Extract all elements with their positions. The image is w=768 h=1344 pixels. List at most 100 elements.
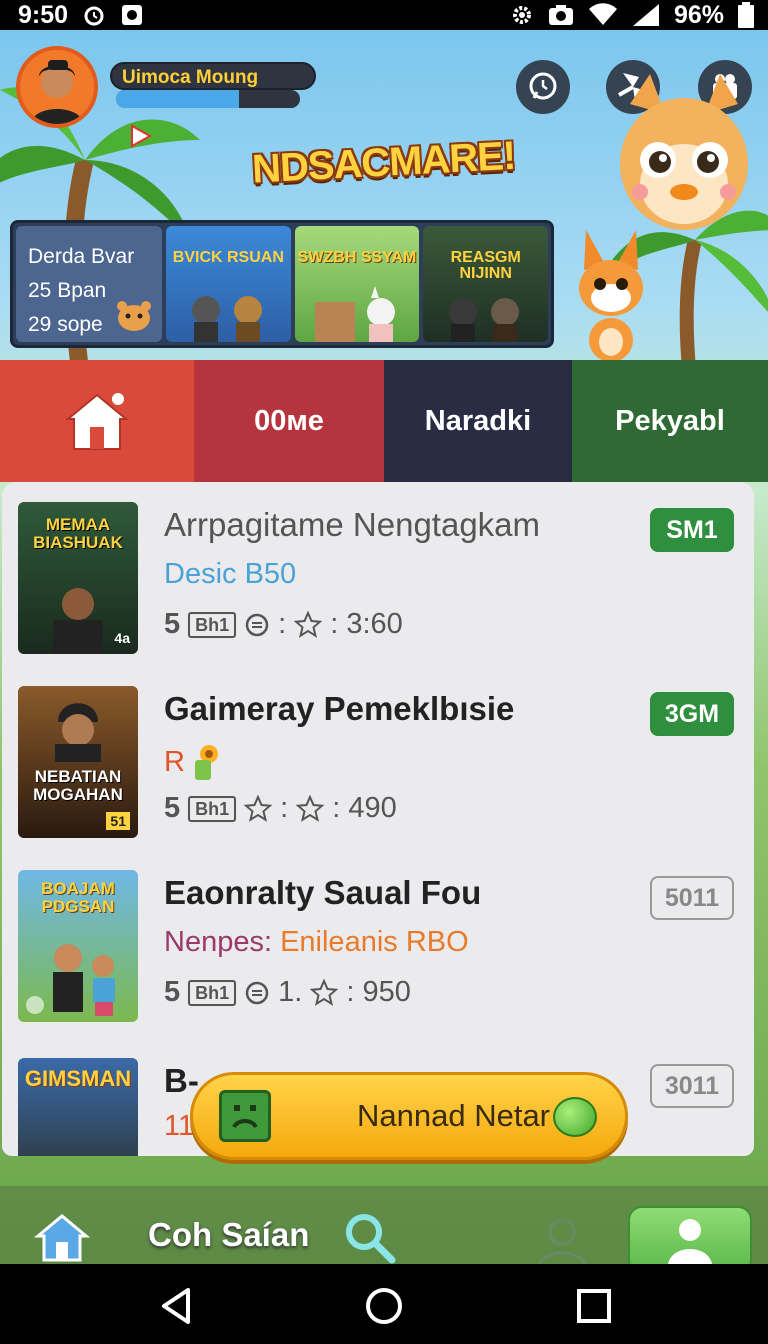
settings-gear-icon: [510, 3, 534, 27]
back-button[interactable]: [156, 1286, 196, 1326]
meta-rating-value: 3:60: [346, 608, 403, 640]
game-subtitle-text: R: [164, 745, 185, 778]
nav-profile-button[interactable]: [628, 1206, 752, 1264]
battery-icon: [738, 2, 754, 28]
xp-progress-bar: [116, 90, 300, 108]
featured-game-thumb[interactable]: SWZBH SSYAM: [294, 226, 420, 342]
thumbnail-title: BOAJAM PDGSAN: [41, 879, 115, 916]
tab-category[interactable]: Pekyabl: [572, 360, 768, 482]
game-title: Eaonralty Saual Fou: [164, 874, 482, 911]
list-item[interactable]: BOAJAM PDGSAN Eaonralty Saual Fou Nenpes…: [18, 870, 738, 1022]
home-nav-button[interactable]: [364, 1286, 404, 1326]
system-navigation-bar: [0, 1264, 768, 1344]
recents-button[interactable]: [574, 1286, 614, 1326]
game-title: Arrpagitame Nengtagkam: [164, 506, 541, 543]
thumbnail-corner-label: 4a: [114, 630, 130, 646]
game-list-panel: MEMAA BIASHUAK 4a Arrpagitame Nengtagkam…: [2, 482, 754, 1156]
players-icon: [245, 981, 269, 1004]
status-time: 9:50: [18, 0, 69, 29]
xp-progress-fill: [116, 90, 240, 108]
nav-search-button[interactable]: [342, 1210, 398, 1264]
meta-count: 5: [164, 976, 181, 1008]
game-title: NDSACMARE!: [251, 133, 517, 192]
back-icon: [162, 1288, 190, 1324]
featured-thumb-title: BVICK RSUAN: [172, 249, 284, 266]
game-thumbnail: BOAJAM PDGSAN: [18, 870, 138, 1022]
alarm-icon: [82, 3, 106, 27]
signal-icon: [632, 3, 660, 27]
game-size-badge: 5011: [650, 876, 734, 920]
search-icon: [346, 1214, 396, 1264]
characters-illustration: [314, 286, 395, 342]
game-title: Gaimeray Pemeklbısie: [164, 690, 515, 727]
meta-separator: 1.: [278, 976, 303, 1008]
game-meta: 5 Bh1 : : 3:60: [164, 608, 403, 641]
game-subtitle: Desic B50: [164, 558, 297, 590]
avatar[interactable]: [16, 46, 98, 128]
camera-icon: [548, 3, 574, 27]
home-circle-icon: [366, 1288, 402, 1324]
nav-home-button[interactable]: [30, 1206, 94, 1264]
meta-count: 5: [164, 792, 181, 824]
meta-tag: Bh1: [188, 611, 237, 638]
profile-icon: [668, 1219, 712, 1264]
gem-icon: [553, 1097, 597, 1137]
thumbnail-title: MEMAA BIASHUAK: [33, 515, 123, 552]
list-item[interactable]: NEBATIAN MOGAHAN 51 Gaimeray Pemeklbısie…: [18, 686, 738, 838]
wifi-icon: [588, 3, 618, 27]
star-icon: [296, 794, 325, 822]
category-tabs: 00ме Naradki Pekyabl: [0, 360, 768, 482]
featured-game-thumb[interactable]: REASGM NIJINN: [423, 226, 549, 342]
thumbnail-title: NEBATIAN MOGAHAN: [33, 767, 123, 804]
featured-game-thumb[interactable]: BVICK RSUAN: [166, 226, 291, 342]
featured-thumb-title: SWZBH SSYAM: [297, 249, 417, 266]
play-now-label: Nannad Netar: [357, 1098, 551, 1133]
notification-icon: [120, 3, 144, 27]
nav-friends-button[interactable]: [532, 1214, 592, 1264]
featured-strip: Derda Bvar 25 Bpan 29 sope BVICK RSUAN S…: [10, 220, 554, 348]
sound-icon: [26, 996, 44, 1014]
meta-rating: : 950: [346, 976, 411, 1008]
game-size-badge: SM1: [650, 508, 734, 552]
list-item[interactable]: MEMAA BIASHUAK 4a Arrpagitame Nengtagkam…: [18, 502, 738, 654]
home-icon: [65, 393, 129, 450]
thumbnail-corner-label: 51: [106, 812, 130, 830]
meta-rating: : 3:60: [330, 608, 403, 640]
game-subtitle-text: Enileanis RBO: [280, 926, 469, 958]
game-subtitle: Nenpes: Enileanis RBO: [164, 926, 469, 959]
star-outline-icon: [244, 794, 273, 822]
home-icon: [34, 1214, 90, 1262]
mascot-character-illustration: [620, 74, 748, 230]
characters-illustration: [192, 296, 262, 342]
featured-info-card[interactable]: Derda Bvar 25 Bpan 29 sope: [16, 226, 162, 342]
tab-category[interactable]: 00ме: [194, 360, 384, 482]
sad-face-icon: [219, 1090, 271, 1142]
username-label: Uimoca Moung: [110, 62, 316, 90]
game-meta: 5 Bh1 : : 490: [164, 792, 397, 825]
meta-tag: Bh1: [188, 795, 237, 822]
play-now-button[interactable]: Nannad Netar: [190, 1072, 628, 1160]
game-meta: 5 Bh1 1. : 950: [164, 976, 411, 1009]
game-thumbnail: NEBATIAN MOGAHAN 51: [18, 686, 138, 838]
hamster-icon: [117, 301, 151, 331]
status-bar: 9:50 96%: [0, 0, 768, 30]
character-illustration: [55, 703, 101, 762]
meta-rating: : 490: [332, 792, 397, 824]
game-title: B-: [164, 1062, 199, 1099]
profile-outline-icon: [538, 1218, 586, 1264]
meta-separator: :: [278, 608, 287, 640]
meta-separator: :: [280, 792, 289, 824]
game-thumbnail: GIMSMAN: [18, 1058, 138, 1156]
tab-category[interactable]: Naradki: [384, 360, 572, 482]
game-subtitle-prefix: Nenpes:: [164, 926, 273, 958]
game-subtitle: R: [164, 742, 221, 782]
profile-header: Uimoca Moung NDSACMARE! Derda Bvar 25 Bp…: [0, 30, 768, 360]
recents-icon: [577, 1289, 611, 1323]
chat-icon: [529, 72, 557, 100]
chat-button[interactable]: [516, 60, 570, 114]
tab-home[interactable]: [0, 360, 194, 482]
star-icon: [294, 610, 323, 638]
battery-percent: 96%: [673, 0, 724, 29]
bottom-nav-bar: Coh Saían: [0, 1186, 768, 1264]
fox-character-illustration: [579, 230, 643, 360]
